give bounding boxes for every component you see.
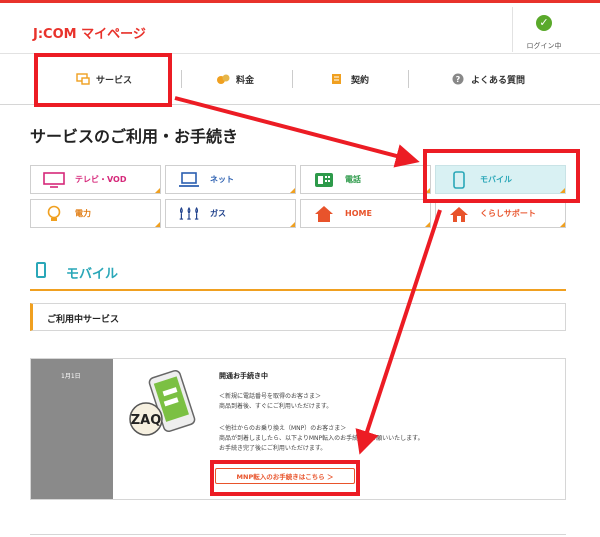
- arrow-to-mobile: [174, 96, 420, 168]
- annotation-arrows: [174, 96, 442, 455]
- arrow-to-mnp: [355, 209, 442, 455]
